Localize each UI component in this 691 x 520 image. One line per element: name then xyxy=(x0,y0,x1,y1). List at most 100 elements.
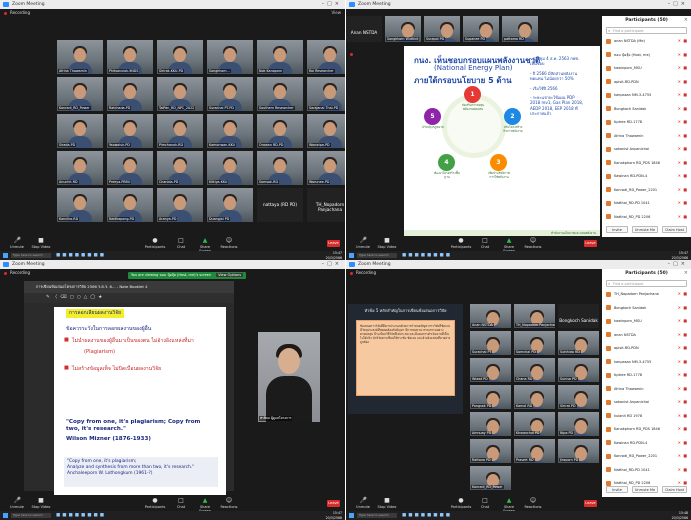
video-tile[interactable]: Supanee PD xyxy=(463,16,499,42)
video-tile[interactable]: Yaowaluk-PD xyxy=(107,114,153,148)
participant-row[interactable]: Afrina Thawamin ✕ ■ xyxy=(606,132,687,140)
chat-button[interactable]: □ Chat xyxy=(170,238,192,250)
video-tile[interactable]: Nipa PD xyxy=(558,412,599,436)
participant-row[interactable]: Natthai_RD-PD 1041 ✕ ■ xyxy=(606,199,687,207)
participant-row[interactable]: Natthai_RD_PD 2206 ✕ ■ xyxy=(606,213,687,221)
participant-row[interactable]: anan NSTDA (Me) ✕ ■ xyxy=(606,37,687,45)
video-tile[interactable]: Orawan RD-PD xyxy=(257,114,303,148)
video-tile[interactable]: Somsak-RD xyxy=(257,151,303,185)
taskbar-search[interactable]: Type here to search xyxy=(11,253,51,258)
participant-row[interactable]: sakanist Anpanichai ✕ ■ xyxy=(606,398,687,406)
video-tile[interactable]: Sirada-PD xyxy=(57,114,103,148)
speaker-video[interactable]: พรพิมล ผู้ดูแลโครงการ xyxy=(258,332,320,422)
participant-row[interactable]: tiptree RD-1778 ✕ ■ xyxy=(606,371,687,379)
participant-row[interactable]: kawinporn_MSU ✕ ■ xyxy=(606,64,687,72)
chat-button[interactable]: □ Chat xyxy=(170,498,192,510)
video-tile[interactable]: Roi Researcher xyxy=(307,40,345,74)
participant-row[interactable]: Kanokphorn RD_PDS 1846 ✕ ■ xyxy=(606,159,687,167)
windows-start-icon[interactable] xyxy=(349,253,354,258)
windows-start-icon[interactable] xyxy=(349,513,354,518)
participant-row[interactable]: Natthai_RD-PD 1041 ✕ ■ xyxy=(606,466,687,474)
participant-row[interactable]: tiptree RD-1778 ✕ ■ xyxy=(606,118,687,126)
video-tile[interactable]: Sutthida RD xyxy=(558,331,599,355)
video-tile[interactable]: TH_Nopadorn Panjachana xyxy=(514,304,555,328)
view-button[interactable]: View xyxy=(332,9,342,17)
windows-start-icon[interactable] xyxy=(3,253,8,258)
participant-row[interactable]: kulanit RD 1978 ✕ ■ xyxy=(606,412,687,420)
video-tile[interactable]: TH_Nopadorn Panjachana xyxy=(307,188,345,222)
video-tile[interactable]: Prasert RD xyxy=(514,439,555,463)
video-tile[interactable]: Sunisa PD xyxy=(558,358,599,382)
close-icon[interactable]: × xyxy=(684,270,688,276)
video-tile[interactable]: Kittiya-KKU xyxy=(207,151,253,185)
invite-button[interactable]: Invite xyxy=(606,486,628,493)
unmute-button[interactable]: 🎤 Unmute xyxy=(6,238,28,250)
video-tile[interactable]: Bongkoch Sanidak xyxy=(558,304,599,328)
taskbar-search[interactable]: Type here to search xyxy=(357,253,397,258)
video-tile[interactable]: Surapol PD xyxy=(424,16,460,42)
window-controls[interactable]: –□× xyxy=(322,0,342,9)
video-tile[interactable]: Surachai PT-PD xyxy=(207,77,253,111)
taskbar-apps[interactable]: ■■■■■■■■ xyxy=(402,513,452,518)
video-tile[interactable]: Kamol RD xyxy=(514,385,555,409)
close-icon[interactable]: × xyxy=(684,17,688,23)
windows-start-icon[interactable] xyxy=(3,513,8,518)
video-tile[interactable]: Warunee-PD xyxy=(307,151,345,185)
video-tile[interactable]: Afrina Thawamin xyxy=(57,40,103,74)
participant-row[interactable]: apisit-RD-PDN ✕ ■ xyxy=(606,78,687,86)
participant-row[interactable]: TH_Nopadorn Panjachana ✕ ■ xyxy=(606,290,687,298)
participants-button[interactable]: ● Participants xyxy=(450,238,472,250)
view-options-button[interactable]: View Options xyxy=(216,273,244,277)
taskbar-apps[interactable]: ■■■■■■■■ xyxy=(56,513,106,518)
participant-row[interactable]: kanpasan NM-3-4755 ✕ ■ xyxy=(606,91,687,99)
video-tile[interactable]: Phitsanulok-9NDS xyxy=(107,40,153,74)
claim-host-button[interactable]: Claim Host xyxy=(662,226,687,233)
annotation-tools[interactable]: ✎〈⌫▢○△◯★ xyxy=(24,293,234,303)
participant-row[interactable]: Bongkoch Sanidak ✕ ■ xyxy=(606,105,687,113)
video-tile[interactable]: Sarajanai Thai-PD xyxy=(307,77,345,111)
video-button[interactable]: ■ Stop Video xyxy=(376,498,398,510)
taskbar-apps[interactable]: ■■■■■■■■ xyxy=(402,253,452,258)
video-tile[interactable]: Anan NSTDA xyxy=(470,304,511,328)
participant-row[interactable]: Konradi_RD_Power_2201 ✕ ■ xyxy=(606,186,687,194)
video-tile[interactable]: Kannika-RD xyxy=(57,188,103,222)
video-tile[interactable]: pattama RD xyxy=(502,16,538,42)
video-tile[interactable]: Natthapong-PD xyxy=(107,188,153,222)
video-tile[interactable]: Pongsak PD xyxy=(470,385,511,409)
participant-row[interactable]: Bongkoch Sanidak ✕ ■ xyxy=(606,304,687,312)
window-controls[interactable]: –□× xyxy=(668,0,688,9)
video-tile[interactable]: Jiraporn PD xyxy=(558,439,599,463)
unmute-me-button[interactable]: Unmute Me xyxy=(632,226,658,233)
video-button[interactable]: ■ Stop Video xyxy=(30,238,52,250)
video-tile[interactable]: Preeya-PBRU xyxy=(107,151,153,185)
participant-row[interactable]: kawinporn_MSU ✕ ■ xyxy=(606,317,687,325)
video-tile[interactable]: Sangkhom... xyxy=(207,40,253,74)
invite-button[interactable]: Invite xyxy=(606,226,628,233)
participant-row[interactable]: Kawinan RD-PDN-4 ✕ ■ xyxy=(606,439,687,447)
video-button[interactable]: ■ Stop Video xyxy=(30,498,52,510)
window-controls[interactable]: –□× xyxy=(668,260,688,269)
leave-button[interactable]: Leave xyxy=(327,500,340,507)
participant-row[interactable]: Afrina Thawamin ✕ ■ xyxy=(606,385,687,393)
video-button[interactable]: ■ Stop Video xyxy=(376,238,398,250)
video-tile[interactable]: Kamonwan-KKU xyxy=(207,114,253,148)
video-tile[interactable]: Pimchanok-RD xyxy=(157,114,203,148)
video-tile[interactable]: TaiPan_RD_NPC_2022 xyxy=(157,77,203,111)
video-tile[interactable]: Sirirak-KKU-PD xyxy=(157,40,203,74)
video-tile[interactable]: Khwanchai PD xyxy=(514,412,555,436)
video-tile[interactable]: Sangkhom Wuttikit xyxy=(385,16,421,42)
chat-button[interactable]: □ Chat xyxy=(474,238,496,250)
participant-row[interactable]: หอม นุ้ยจุ้ย (Host, me) ✕ ■ xyxy=(606,51,687,59)
video-tile[interactable]: Nok Kanaporn xyxy=(257,40,303,74)
video-tile[interactable]: Duangjai PD xyxy=(207,188,253,222)
unmute-me-button[interactable]: Unmute Me xyxy=(632,486,658,493)
participant-row[interactable]: kanpasan NM-3-4755 ✕ ■ xyxy=(606,358,687,366)
unmute-button[interactable]: 🎤 Unmute xyxy=(6,498,28,510)
participant-search-input[interactable]: Find a participant xyxy=(606,27,687,34)
leave-button[interactable]: Leave xyxy=(327,240,340,247)
unmute-button[interactable]: 🎤 Unmute xyxy=(352,238,374,250)
taskbar-apps[interactable]: ■■■■■■■■ xyxy=(56,253,106,258)
video-tile[interactable]: Southern Researcher xyxy=(257,77,303,111)
video-tile[interactable]: Wanwipa-PD xyxy=(307,114,345,148)
participants-button[interactable]: ● Participants xyxy=(450,498,472,510)
